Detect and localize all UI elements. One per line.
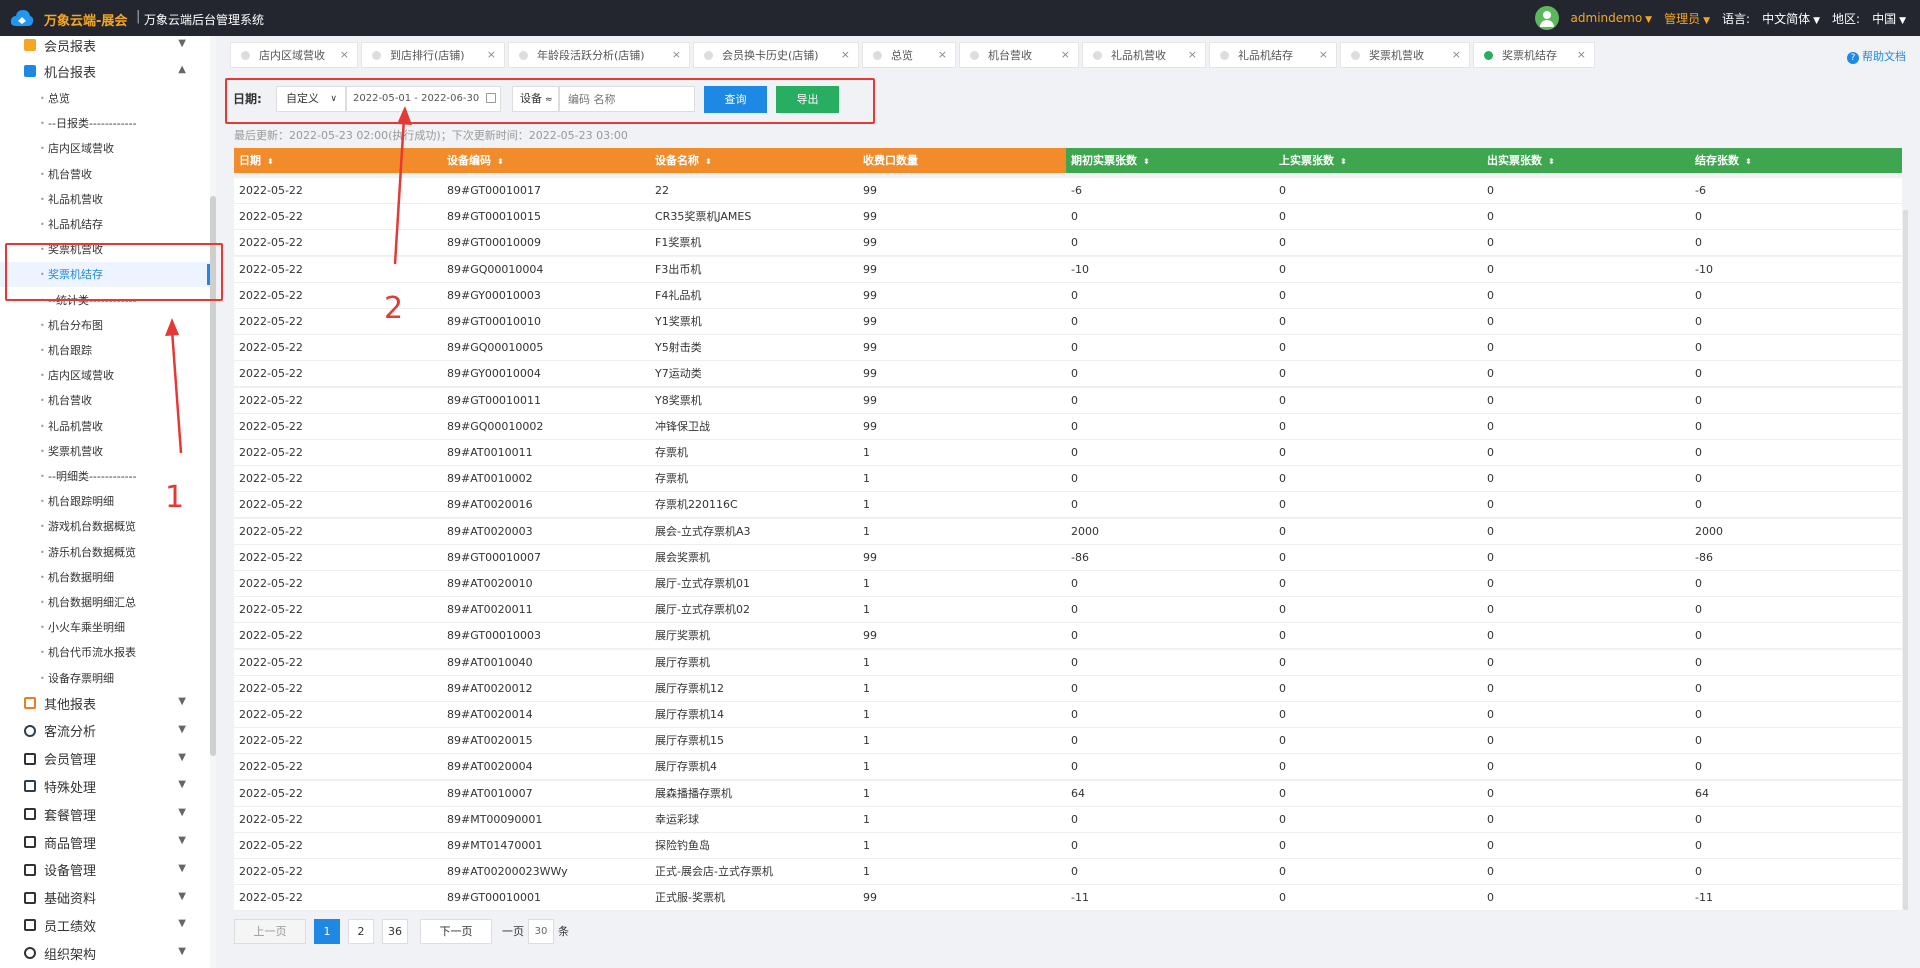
annotation-arrowhead-2 xyxy=(397,106,412,125)
annotation-label-1: 1 xyxy=(165,480,185,515)
annotation-arrow-2 xyxy=(393,117,406,265)
annotation-label-2: 2 xyxy=(384,291,404,326)
annotation-arrow-1 xyxy=(170,329,183,454)
annotation-arrowhead-1 xyxy=(165,318,179,336)
annotation-arrows xyxy=(165,106,412,454)
